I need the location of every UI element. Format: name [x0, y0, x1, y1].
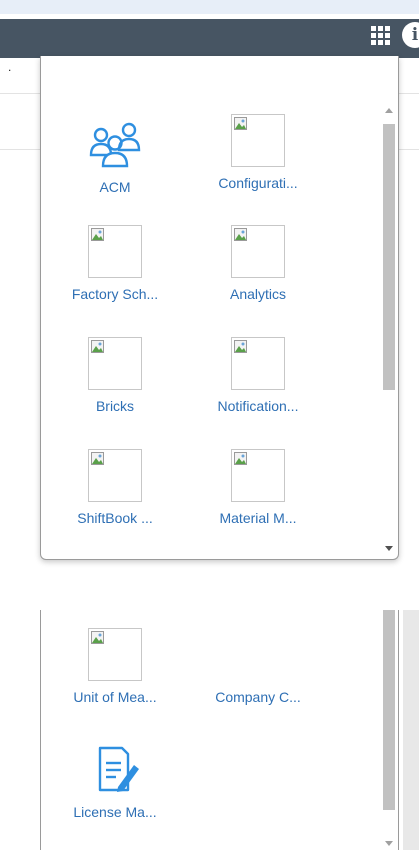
app-label-bricks: Bricks [95, 398, 135, 414]
broken-image-icon [231, 337, 285, 390]
broken-image-icon [231, 225, 285, 278]
broken-image-icon [231, 114, 285, 167]
app-header [0, 19, 419, 58]
users-group-icon [89, 122, 141, 168]
app-tile-bricks[interactable]: Bricks [55, 337, 175, 414]
app-launcher-panel-scrolled: Unit of Mea... Company C... License Ma..… [40, 610, 399, 850]
app-label-configuration: Configurati... [218, 175, 298, 191]
app-tile-factory-scheduler[interactable]: Factory Sch... [55, 225, 175, 302]
app-label-factory-scheduler: Factory Sch... [71, 286, 159, 302]
app-tile-configuration[interactable]: Configurati... [198, 114, 318, 191]
top-strip [0, 0, 419, 14]
broken-image-icon [88, 337, 142, 390]
app-tile-analytics[interactable]: Analytics [198, 225, 318, 302]
broken-image-icon [88, 225, 142, 278]
broken-image-icon [88, 449, 142, 502]
broken-image-icon [88, 628, 142, 681]
scroll-down-arrow-icon[interactable] [385, 546, 393, 551]
scrollbar-thumb[interactable] [383, 124, 395, 390]
app-label-material-management: Material M... [219, 510, 297, 526]
page-scroll-gutter [403, 610, 419, 850]
app-tile-acm[interactable]: ACM [55, 118, 175, 195]
app-label-notifications: Notification... [217, 398, 299, 414]
launcher-scrollbar[interactable] [381, 100, 398, 559]
scroll-down-arrow-icon[interactable] [385, 841, 393, 846]
info-icon: i [411, 25, 419, 45]
stray-text: . [8, 60, 12, 74]
app-launcher-panel: ACM Configurati... Factory Sch... Analyt… [40, 56, 399, 560]
app-tile-company-configuration[interactable]: Company C... [198, 689, 318, 705]
app-tile-unit-of-measure[interactable]: Unit of Mea... [55, 628, 175, 705]
license-edit-icon [98, 746, 139, 792]
app-tile-license-management[interactable]: License Ma... [55, 743, 175, 820]
grid-icon [370, 25, 390, 45]
app-tile-shiftbook[interactable]: ShiftBook ... [55, 449, 175, 526]
app-label-license-management: License Ma... [73, 804, 157, 820]
broken-image-icon [231, 449, 285, 502]
app-tile-material-management[interactable]: Material M... [198, 449, 318, 526]
scrollbar-thumb[interactable] [383, 610, 395, 810]
app-label-shiftbook: ShiftBook ... [77, 510, 153, 526]
app-label-acm: ACM [99, 179, 131, 195]
app-tile-notifications[interactable]: Notification... [198, 337, 318, 414]
app-label-analytics: Analytics [229, 286, 287, 302]
app-label-unit-of-measure: Unit of Mea... [73, 689, 157, 705]
scroll-up-arrow-icon[interactable] [385, 108, 393, 113]
app-label-company-configuration: Company C... [215, 689, 301, 705]
launcher-scrollbar-scrolled[interactable] [381, 610, 398, 850]
app-launcher-button[interactable] [366, 22, 394, 48]
